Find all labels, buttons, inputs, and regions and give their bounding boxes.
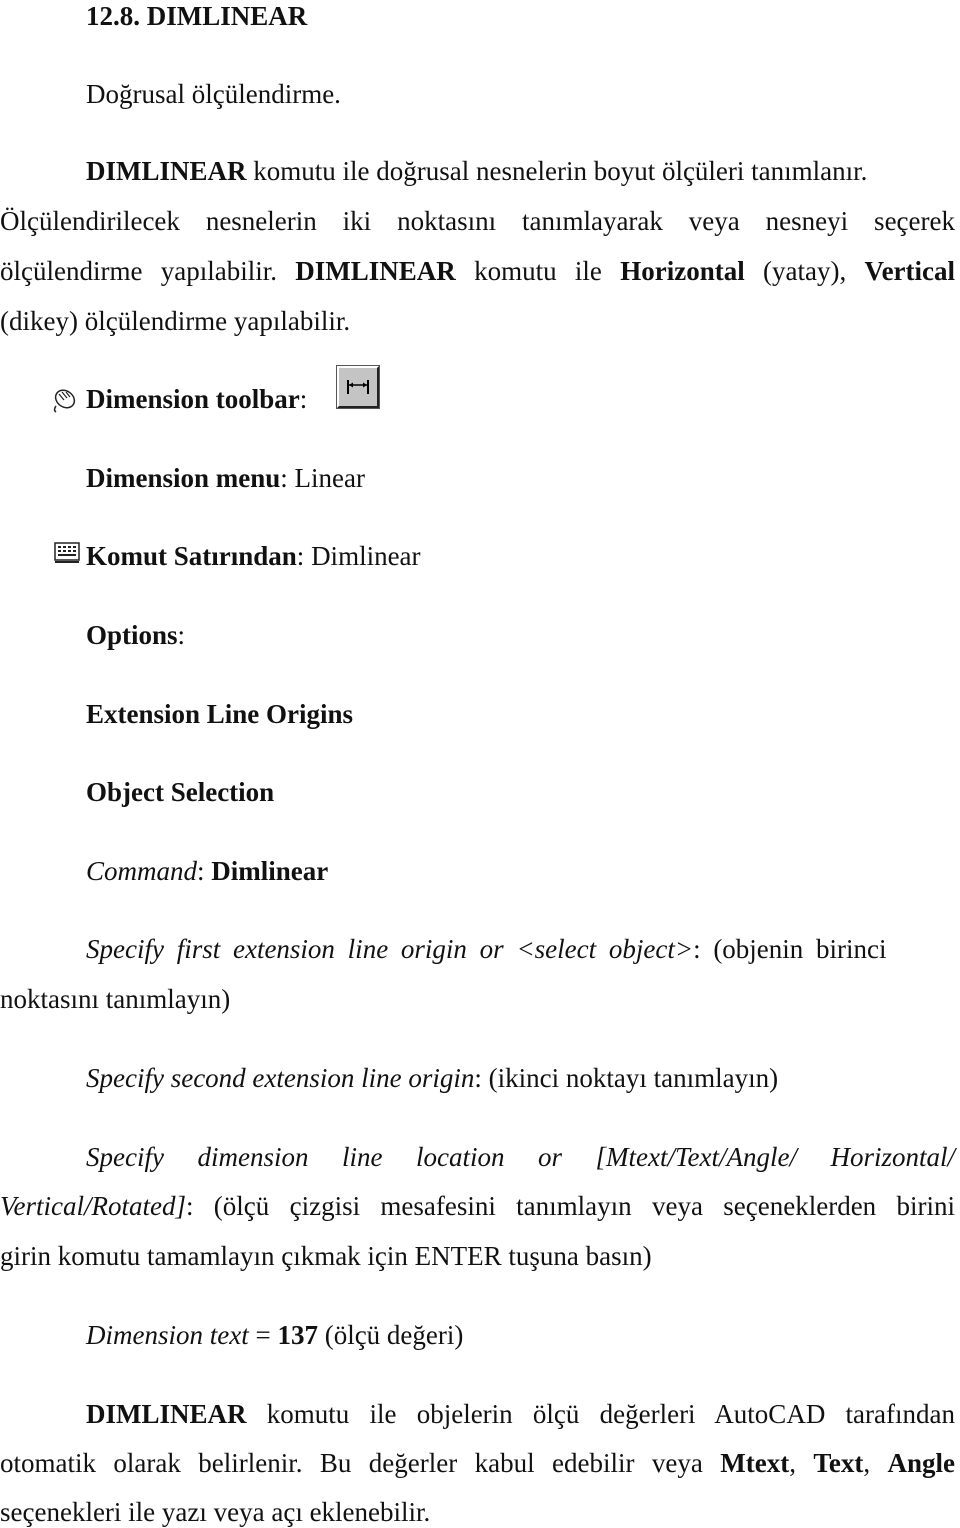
prompt-1: Specify first extension line origin or <…: [86, 934, 887, 964]
prompt-1-cont: noktasını tanımlayın): [0, 984, 231, 1014]
keyboard-icon: [54, 541, 80, 572]
dimension-toolbar-label: Dimension toolbar:: [86, 384, 308, 414]
prompt-3-line-3: girin komutu tamamlayın çıkmak için ENTE…: [0, 1241, 652, 1271]
prompt-3-line-1: Specify dimension line location or [Mtex…: [86, 1142, 955, 1172]
intro-line-2: Ölçülendirilecek nesnelerin iki noktasın…: [0, 206, 955, 236]
option-item: Extension Line Origins: [86, 699, 354, 729]
section-heading: 12.8. DIMLINEAR: [86, 1, 308, 31]
intro-line-3: ölçülendirme yapılabilir. DIMLINEAR komu…: [0, 256, 956, 286]
option-item: Object Selection: [86, 777, 275, 807]
closing-line-2: otomatik olarak belirlenir. Bu değerler …: [0, 1448, 956, 1478]
linear-dimension-icon: [347, 380, 369, 394]
dimension-menu-line: Dimension menu: Linear: [86, 463, 365, 493]
closing-line-3: seçenekleri ile yazı veya açı eklenebili…: [0, 1497, 431, 1527]
options-label: Options:: [86, 620, 186, 650]
command-line-entry: Komut Satırından: Dimlinear: [86, 541, 421, 571]
dimension-text-line: Dimension text = 137 (ölçü değeri): [86, 1320, 464, 1350]
intro-line-4: (dikey) ölçülendirme yapılabilir.: [0, 306, 351, 336]
mouse-pointer-icon: [50, 386, 78, 421]
section-subtitle: Doğrusal ölçülendirme.: [86, 79, 341, 109]
intro-line-1: DIMLINEAR komutu ile doğrusal nesnelerin…: [86, 156, 868, 186]
closing-line-1: DIMLINEAR komutu ile objelerin ölçü değe…: [86, 1399, 955, 1429]
linear-dimension-button[interactable]: [336, 365, 380, 409]
prompt-2: Specify second extension line origin: (i…: [86, 1063, 779, 1093]
prompt-3-line-2: Vertical/Rotated]: (ölçü çizgisi mesafes…: [0, 1191, 955, 1221]
command-line: Command: Dimlinear: [86, 856, 329, 886]
